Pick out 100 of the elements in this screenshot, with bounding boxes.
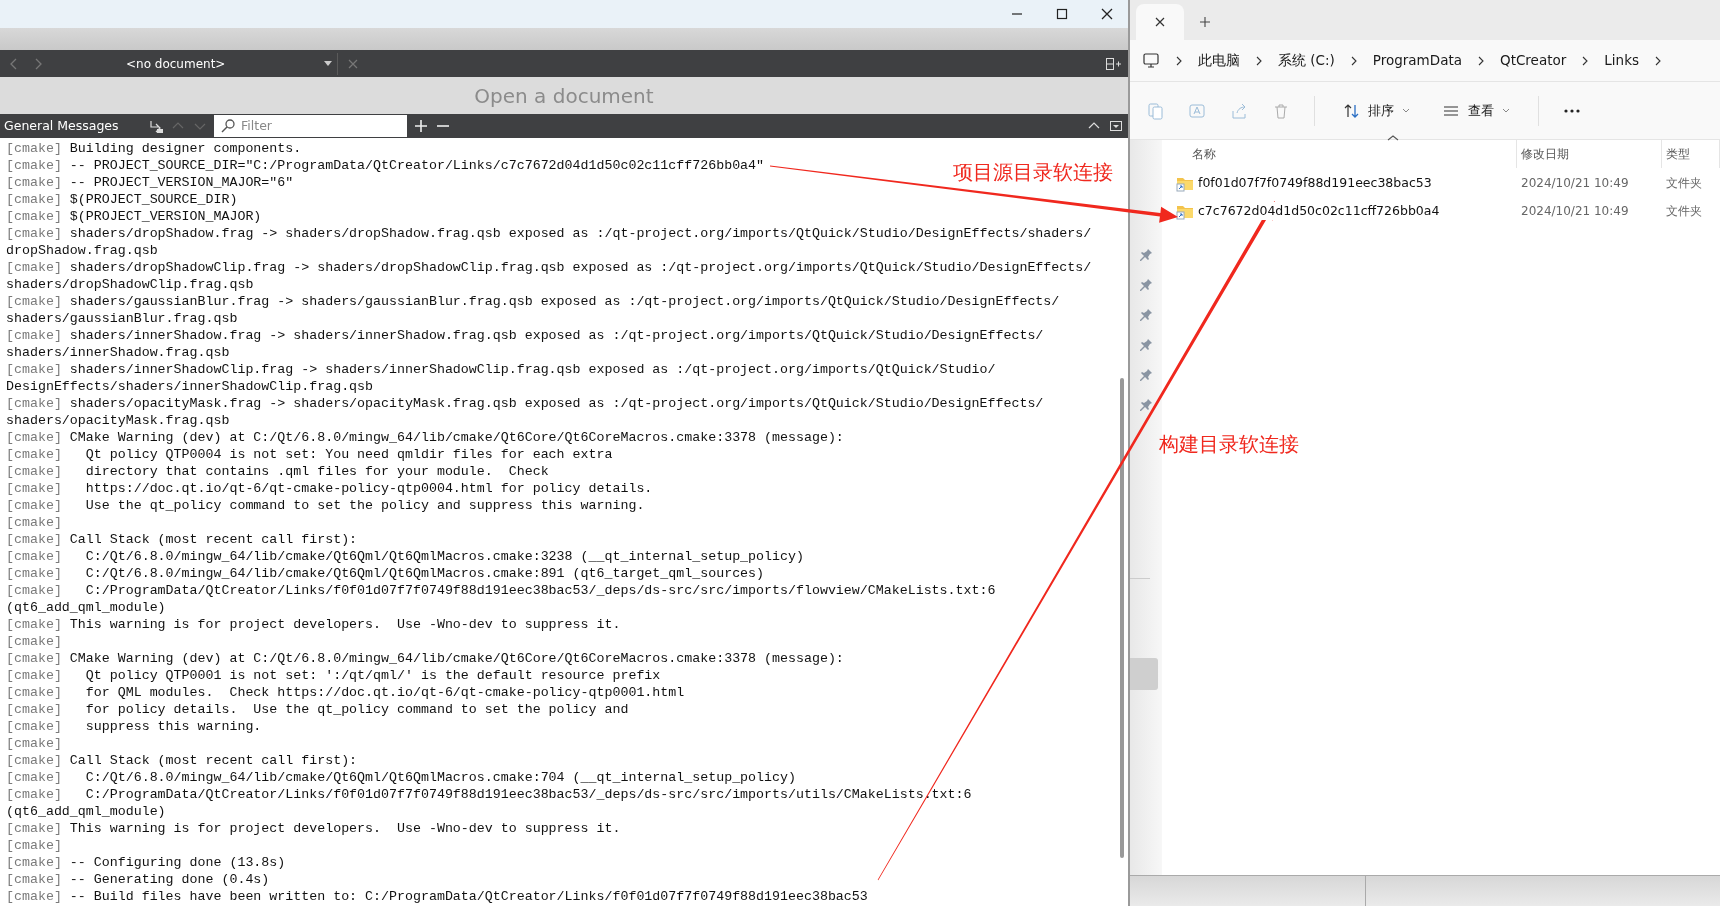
log-line: shaders/dropShadowClip.frag.qsb xyxy=(6,276,254,293)
log-line: (qt6_add_qml_module) xyxy=(6,803,166,820)
split-icon[interactable] xyxy=(1105,55,1122,72)
placeholder-text: Open a document xyxy=(474,82,654,110)
log-tag: [cmake] xyxy=(6,293,70,310)
computer-icon[interactable] xyxy=(1142,52,1160,69)
log-line: shaders/dropShadow.frag -> shaders/dropShadow.frag.qsb exposed as :/qt-project.org/imports/QtQuick/Studio/DesignEffects/shaders/ xyxy=(69,225,1092,242)
chevron-icon[interactable] xyxy=(1653,55,1663,66)
column-header[interactable]: 类型 xyxy=(1666,145,1690,163)
chevron-icon[interactable] xyxy=(1174,55,1184,66)
log-line: dropShadow.frag.qsb xyxy=(6,242,158,259)
pin-icon xyxy=(1139,368,1153,382)
log-line: Use the qt_policy command to set the policy and suppress this warning. xyxy=(84,497,645,514)
file-name[interactable]: c7c7672d04d1d50c02c11cff726bb0a4 xyxy=(1198,201,1440,221)
log-tag: [cmake] xyxy=(6,429,70,446)
breadcrumb-item[interactable]: Links xyxy=(1604,50,1639,71)
log-tag: [cmake] xyxy=(6,565,70,582)
log-tag: [cmake] xyxy=(6,157,70,174)
column-header[interactable]: 修改日期 xyxy=(1521,145,1569,163)
breadcrumb-item[interactable]: 系统 (C:) xyxy=(1278,50,1335,71)
log-tag: [cmake] xyxy=(6,837,62,854)
plus-icon[interactable] xyxy=(413,118,429,134)
log-line: C:/Qt/6.8.0/mingw_64/lib/cmake/Qt6Qml/Qt6QmlMacros.cmake:3238 (__qt_internal_setup_policy) xyxy=(84,548,804,565)
log-tag: [cmake] xyxy=(6,769,70,786)
document-dropdown[interactable]: <no document> xyxy=(102,52,338,75)
log-tag: [cmake] xyxy=(6,174,70,191)
log-tag: [cmake] xyxy=(6,514,62,531)
log-line: shaders/innerShadow.frag -> shaders/innerShadow.frag.qsb exposed as :/qt-project.org/imports/QtQuick/Studio/DesignEffects/ xyxy=(69,327,1044,344)
log-tag: [cmake] xyxy=(6,888,70,905)
log-tag: [cmake] xyxy=(6,327,70,344)
log-line: C:/Qt/6.8.0/mingw_64/lib/cmake/Qt6Qml/Qt6QmlMacros.cmake:704 (__qt_internal_setup_policy) xyxy=(84,769,796,786)
log-tag: [cmake] xyxy=(6,854,70,871)
log-tag: [cmake] xyxy=(6,786,70,803)
pin-icon xyxy=(1139,308,1153,322)
log-line: C:/ProgramData/QtCreator/Links/f0f01d07f7f0749f88d191eec38bac53/_deps/ds-src/src/imports/flowview/CMakeLists.txt:6 xyxy=(84,582,996,599)
log-tag: [cmake] xyxy=(6,361,70,378)
type-cell-text: 文件夹 xyxy=(1665,203,1703,220)
scrollbar[interactable] xyxy=(1120,378,1124,858)
log-tag: [cmake] xyxy=(6,259,70,276)
breadcrumb-item[interactable]: QtCreator xyxy=(1500,50,1567,71)
log-tag: [cmake] xyxy=(6,735,62,752)
log-line: -- Configuring done (13.8s) xyxy=(69,854,286,871)
log-tag: [cmake] xyxy=(6,225,70,242)
date-cell-text: 2024/10/21 10:49 xyxy=(1520,203,1630,220)
add-tab-icon[interactable] xyxy=(1198,15,1212,29)
log-line: shaders/gaussianBlur.frag -> shaders/gaussianBlur.frag.qsb exposed as :/qt-project.org/imports/QtQuick/Studio/DesignEffects/ xyxy=(69,293,1060,310)
log-line: C:/Qt/6.8.0/mingw_64/lib/cmake/Qt6Qml/Qt6QmlMacros.cmake:891 (qt6_target_qml_sources) xyxy=(84,565,765,582)
log-line: $(PROJECT_VERSION_MAJOR) xyxy=(69,208,262,225)
log-line: This warning is for project developers. Use -Wno-dev to suppress it. xyxy=(69,820,621,837)
log-line: (qt6_add_qml_module) xyxy=(6,599,166,616)
log-line: Call Stack (most recent call first): xyxy=(69,752,358,769)
sort-button[interactable]: 排序 xyxy=(1339,96,1414,125)
pin-icon xyxy=(1139,398,1153,412)
log-tag: [cmake] xyxy=(6,463,70,480)
caret-icon xyxy=(1402,107,1410,114)
log-tag: [cmake] xyxy=(6,701,70,718)
scrollbar[interactable] xyxy=(1130,658,1158,690)
pane-title[interactable]: General Messages xyxy=(4,116,142,136)
column-header[interactable]: 名称 xyxy=(1192,145,1216,163)
breadcrumb-item[interactable]: ProgramData xyxy=(1372,50,1462,71)
log-line: directory that contains .qml files for your module. Check xyxy=(84,463,549,480)
log-tag: [cmake] xyxy=(6,752,70,769)
log-tag: [cmake] xyxy=(6,820,70,837)
log-line: shaders/opacityMask.frag -> shaders/opacityMask.frag.qsb exposed as :/qt-project.org/imports/QtQuick/Studio/DesignEffects/ xyxy=(69,395,1044,412)
log-line: Building designer components. xyxy=(69,140,302,157)
log-line: -- Build files have been written to: C:/ProgramData/QtCreator/Links/f0f01d07f7f0749f88d191eec38bac53 xyxy=(69,888,868,905)
log-line: Qt policy QTP0004 is not set: You need qmldir files for each extra xyxy=(84,446,613,463)
log-tag: [cmake] xyxy=(6,684,70,701)
log-line: shaders/innerShadow.frag.qsb xyxy=(6,344,230,361)
log-line: shaders/opacityMask.frag.qsb xyxy=(6,412,230,429)
type-cell-text: 文件夹 xyxy=(1665,175,1703,192)
pin-icon xyxy=(1139,338,1153,352)
log-line: shaders/innerShadowClip.frag -> shaders/innerShadowClip.frag.qsb exposed as :/qt-project.org/imports/QtQuick/Studio/ xyxy=(69,361,996,378)
log-line: -- Generating done (0.4s) xyxy=(69,871,270,888)
log-line: -- PROJECT_SOURCE_DIR="C:/ProgramData/QtCreator/Links/c7c7672d04d1d50c02c11cff726bb0a4" xyxy=(69,157,765,174)
clear-icon[interactable] xyxy=(148,118,164,134)
log-line: -- PROJECT_VERSION_MAJOR="6" xyxy=(69,174,294,191)
close-icon[interactable] xyxy=(1153,15,1167,29)
log-tag: [cmake] xyxy=(6,446,70,463)
breadcrumb-item[interactable]: 此电脑 xyxy=(1198,50,1240,71)
log-tag: [cmake] xyxy=(6,140,70,157)
caret-icon xyxy=(1502,107,1510,114)
log-tag: [cmake] xyxy=(6,497,70,514)
view-button[interactable]: 查看 xyxy=(1438,96,1514,125)
log-line: DesignEffects/shaders/innerShadowClip.frag.qsb xyxy=(6,378,374,395)
pin-icon xyxy=(1139,248,1153,262)
filter-field[interactable]: Filter xyxy=(214,115,407,137)
log-line: shaders/gaussianBlur.frag.qsb xyxy=(6,310,238,327)
log-tag: [cmake] xyxy=(6,633,62,650)
float-icon[interactable] xyxy=(1108,118,1124,134)
log-tag: [cmake] xyxy=(6,548,70,565)
log-line: CMake Warning (dev) at C:/Qt/6.8.0/mingw_64/lib/cmake/Qt6Core/Qt6CoreMacros.cmake:3378 (message): xyxy=(69,429,844,446)
log-tag: [cmake] xyxy=(6,718,70,735)
chevron-icon[interactable] xyxy=(1254,55,1264,66)
log-line: for QML modules. Check https://doc.qt.io/qt-6/qt-cmake-policy-qtp0001.html xyxy=(84,684,685,701)
log-line: $(PROJECT_SOURCE_DIR) xyxy=(69,191,238,208)
chevron-icon[interactable] xyxy=(1476,55,1486,66)
annotation-label: 构建目录软连接 xyxy=(1159,432,1299,458)
date-cell-text: 2024/10/21 10:49 xyxy=(1520,175,1630,192)
log-line: for policy details. Use the qt_policy command to set the policy and xyxy=(84,701,629,718)
